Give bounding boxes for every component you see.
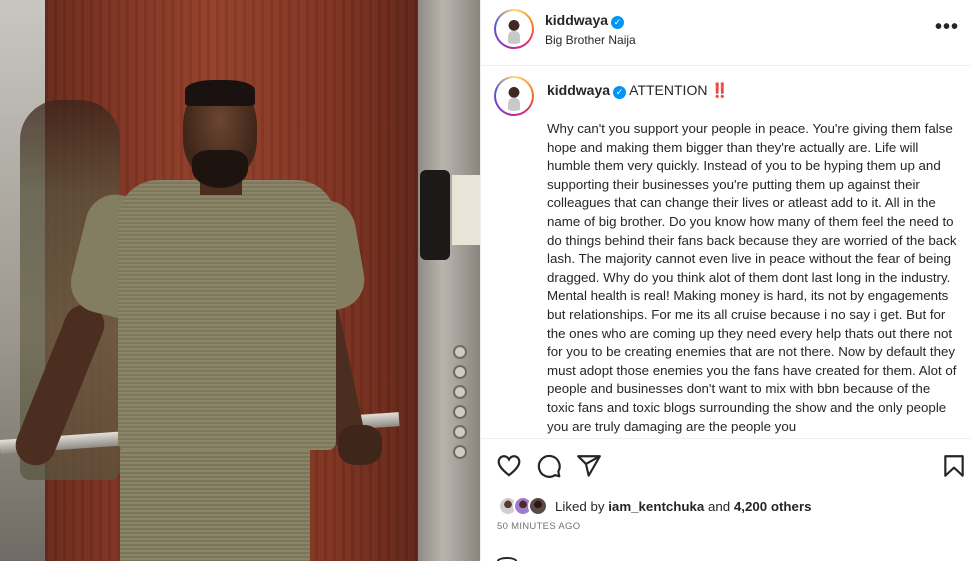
photo-notice	[452, 175, 480, 245]
header-location[interactable]: Big Brother Naija	[545, 33, 636, 47]
caption-header: kiddwaya ✓ ATTENTION ‼️	[547, 82, 729, 99]
more-options-icon[interactable]: •••	[935, 17, 959, 42]
post-photo[interactable]	[0, 0, 480, 561]
username-text[interactable]: kiddwaya	[545, 12, 608, 28]
caption-title: ATTENTION ‼️	[629, 82, 729, 98]
emoji-icon[interactable]	[497, 557, 517, 561]
comment-icon[interactable]	[536, 453, 562, 479]
avatar[interactable]	[494, 9, 534, 49]
first-liker-link[interactable]: iam_kentchuka	[608, 499, 704, 514]
caption-avatar[interactable]	[494, 76, 534, 116]
bookmark-icon[interactable]	[941, 453, 967, 479]
photo-person-hand	[338, 425, 382, 465]
caption-area[interactable]: kiddwaya ✓ ATTENTION ‼️ Why can't you sup…	[481, 67, 970, 438]
paper-plane-icon[interactable]	[576, 453, 602, 479]
photo-elevator-buttons	[445, 345, 475, 465]
verified-badge-icon: ✓	[611, 16, 625, 29]
others-likes-link[interactable]: 4,200 others	[734, 499, 812, 514]
post-timestamp[interactable]: 50 MINUTES AGO	[497, 521, 580, 532]
photo-person-beard	[192, 150, 248, 188]
photo-phone	[420, 170, 450, 260]
post-side-panel: kiddwaya ✓ Big Brother Naija ••• kiddwaya…	[480, 0, 970, 561]
post-actions: Liked by iam_kentchuka and 4,200 others …	[481, 438, 970, 561]
photo-person-hair	[185, 80, 255, 106]
verified-badge-icon: ✓	[613, 86, 627, 99]
photo-person-torso	[118, 180, 336, 450]
photo-elevator-panel	[418, 0, 480, 561]
caption-body: Why can't you support your people in pea…	[547, 121, 961, 434]
heart-icon[interactable]	[496, 453, 522, 479]
liker-avatar	[528, 496, 548, 516]
header-username[interactable]: kiddwaya ✓	[545, 12, 625, 29]
liker-avatars	[498, 496, 552, 516]
likes-text: Liked by iam_kentchuka and 4,200 others	[555, 499, 812, 514]
post-header: kiddwaya ✓ Big Brother Naija •••	[481, 0, 970, 66]
likes-connector: and	[708, 499, 731, 514]
caption-username[interactable]: kiddwaya	[547, 82, 610, 98]
likes-prefix: Liked by	[555, 499, 605, 514]
